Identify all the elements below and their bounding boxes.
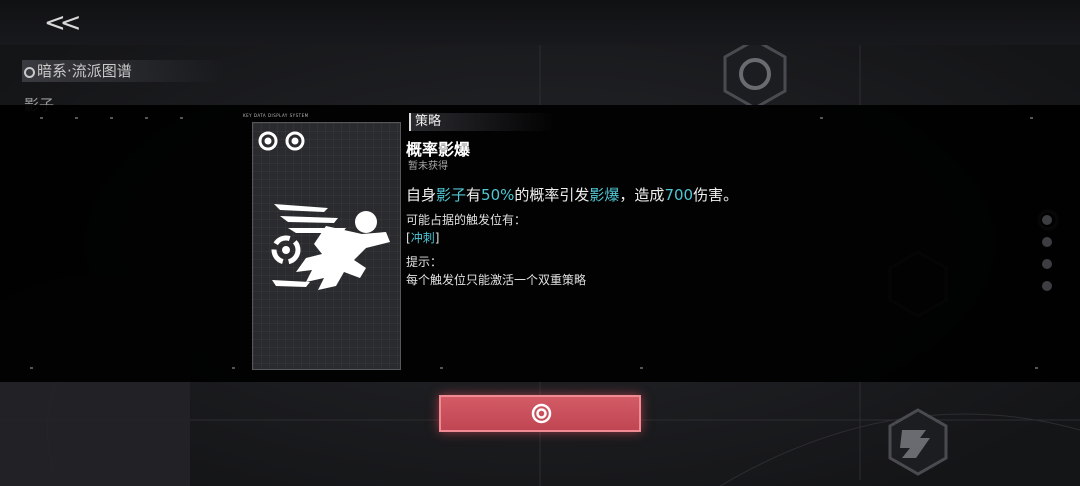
strategy-description: 自身影子有50%的概率引发影爆，造成700伤害。 xyxy=(406,184,738,205)
acquire-status: 暂未获得 xyxy=(408,161,448,172)
trigger-slots-label: 可能占据的触发位有： xyxy=(406,213,527,227)
school-title-text: 暗系·流派图谱 xyxy=(37,62,132,80)
confirm-button[interactable] xyxy=(439,395,641,432)
desc-text: 伤害。 xyxy=(693,186,739,204)
tip-text: 每个触发位只能激活一个双重策略 xyxy=(406,273,587,287)
top-bar xyxy=(0,0,1080,45)
eye-icon xyxy=(258,131,278,151)
keyword-shadow-burst: 影爆 xyxy=(589,186,620,204)
slot-bracket: ] xyxy=(434,231,440,245)
back-button[interactable]: << xyxy=(44,8,90,38)
detail-modal xyxy=(0,105,1080,382)
target-ring-icon xyxy=(531,403,552,424)
strategy-tag: 策略 xyxy=(409,113,555,131)
tip-label: 提示： xyxy=(406,255,443,269)
eye-icon xyxy=(285,131,305,151)
band-bottom-marks xyxy=(30,367,1038,369)
school-dot-icon xyxy=(24,67,35,78)
side-scroll-indicator xyxy=(1042,215,1052,291)
keyword-shadow: 影子 xyxy=(436,186,467,204)
keyword-damage: 700 xyxy=(664,186,694,204)
slot-dash: 冲刺 xyxy=(410,231,435,245)
shadow-runner-icon xyxy=(271,204,390,290)
desc-text: ，造成 xyxy=(619,186,665,204)
keyword-chance: 50% xyxy=(481,186,515,204)
desc-text: 自身 xyxy=(406,186,437,204)
desc-text: 有 xyxy=(466,186,482,204)
card-header-text: KEY DATA DISPLAY SYSTEM xyxy=(243,113,309,118)
desc-text: 的概率引发 xyxy=(514,186,590,204)
school-title: 暗系·流派图谱 xyxy=(22,60,224,82)
trigger-slot: [冲刺] xyxy=(406,229,439,246)
